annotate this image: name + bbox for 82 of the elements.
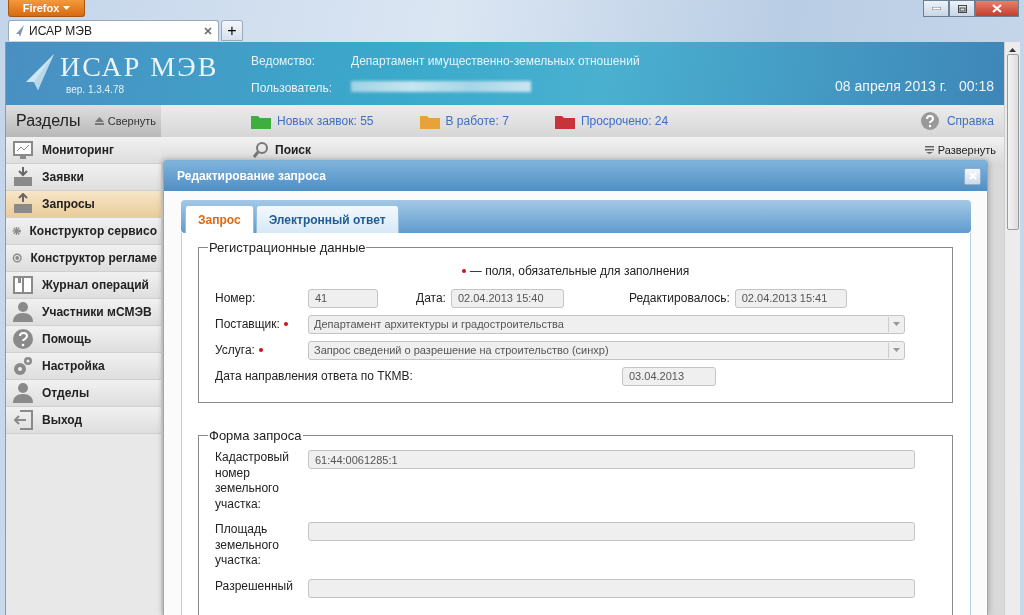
user-label: Пользователь:	[251, 80, 334, 97]
caret-icon	[892, 348, 900, 352]
field-label: Поставщик:	[215, 317, 280, 331]
eject-icon	[94, 117, 104, 125]
help-icon	[12, 328, 34, 350]
sidebar-item[interactable]: Отделы	[6, 380, 161, 407]
close-icon	[968, 172, 977, 180]
input-field[interactable]	[308, 522, 915, 541]
status-link[interactable]: Просрочено: 24	[554, 112, 669, 130]
field-label: Дата:	[416, 290, 446, 307]
minimize-icon	[931, 7, 941, 10]
status-link[interactable]: Новых заявок: 55	[251, 112, 374, 130]
search-panel-title: Поиск	[275, 142, 312, 159]
scroll-thumb[interactable]	[1006, 54, 1019, 230]
monitor-icon	[12, 139, 34, 161]
field-label: Разрешенный	[215, 578, 294, 594]
field-label: Услуга:	[215, 343, 255, 357]
scroll-up-icon[interactable]	[1009, 48, 1016, 52]
input-field[interactable]: 61:44:0061285:1	[308, 450, 915, 469]
input-field[interactable]: 41	[308, 288, 378, 308]
sidebar-item[interactable]: Помощь	[6, 326, 161, 353]
dropdown[interactable]: Департамент архитектуры и градостроительства	[308, 314, 905, 334]
dialog-tab[interactable]: Электронный ответ	[255, 205, 399, 233]
panel-legend: Регистрационные данные	[208, 241, 367, 254]
expand-button[interactable]: Развернуть	[924, 141, 996, 159]
caret-icon	[892, 322, 900, 326]
expand-icon	[924, 146, 934, 154]
tab-title: ИСАР МЭВ	[29, 23, 93, 40]
paper-plane-icon	[15, 25, 25, 37]
restore-icon	[957, 4, 967, 13]
panel-legend: Форма запроса	[208, 429, 303, 442]
new-tab-button[interactable]: +	[221, 20, 243, 41]
caret-icon	[63, 6, 71, 10]
sidebar-item[interactable]: Конструктор регламе	[6, 245, 161, 272]
input-field[interactable]: 03.04.2013	[622, 366, 716, 386]
help-link[interactable]: Справка	[920, 112, 994, 130]
gears-icon	[12, 355, 34, 377]
sidebar-item[interactable]: Выход	[6, 407, 161, 434]
sidebar-item[interactable]: Настройка	[6, 353, 161, 380]
field-label: Редактировалось:	[628, 290, 730, 307]
close-button[interactable]	[975, 0, 1019, 17]
sidebar-item[interactable]: Заявки	[6, 164, 161, 191]
sidebar-item[interactable]: Запросы	[6, 191, 161, 218]
field-label: Площадь земельного участка:	[215, 522, 280, 569]
person-icon	[12, 301, 34, 323]
dropdown[interactable]: Запрос сведений о разрешение на строительство (синхр)	[308, 340, 905, 360]
sidebar-item[interactable]: Участники мСМЭВ	[6, 299, 161, 326]
search-icon	[253, 142, 269, 158]
scrollbar[interactable]	[1004, 42, 1020, 615]
sidebar-item[interactable]: Мониторинг	[6, 137, 161, 164]
tray-icon	[12, 166, 34, 188]
required-note: — поля, обязательные для заполнения	[469, 263, 690, 280]
field-label: Дата направления ответа по ТКМВ:	[215, 368, 414, 385]
close-icon[interactable]	[204, 27, 212, 35]
status-link[interactable]: В работе: 7	[419, 112, 509, 130]
exit-icon	[12, 409, 34, 431]
collapse-button[interactable]: Свернуть	[94, 112, 156, 130]
current-time: 00:18	[958, 78, 994, 94]
person-icon	[12, 382, 34, 404]
dialog-close-button[interactable]	[964, 167, 981, 185]
dialog-title: Редактирование запроса	[177, 168, 326, 185]
browser-tab[interactable]: ИСАР МЭВ	[8, 20, 219, 41]
book-icon	[12, 274, 34, 296]
required-mark-icon	[461, 269, 466, 273]
tray-icon	[12, 193, 34, 215]
input-field[interactable]: 02.04.2013 15:41	[734, 288, 847, 308]
field-label: Кадастровый номер земельного участка:	[215, 450, 290, 512]
agency-label: Ведомство:	[251, 53, 317, 70]
app-logo: ИСАР МЭВ	[60, 52, 219, 82]
sidebar-item[interactable]: Конструктор сервисо	[6, 218, 161, 245]
version-label: вер. 1.3.4.78	[66, 83, 126, 97]
sidebar-title: Разделы	[16, 111, 81, 131]
sidebar-item[interactable]: Журнал операций	[6, 272, 161, 299]
input-field[interactable]	[308, 578, 915, 598]
agency-value: Департамент имущественно-земельных отношений	[351, 53, 641, 70]
help-icon	[920, 112, 939, 130]
current-date: 08 апреля 2013 г.	[835, 78, 947, 94]
minimize-button[interactable]	[923, 0, 949, 17]
maximize-button[interactable]	[949, 0, 975, 17]
close-icon	[992, 4, 1002, 13]
input-field[interactable]: 02.04.2013 15:40	[450, 288, 564, 308]
field-label: Номер:	[215, 290, 257, 307]
